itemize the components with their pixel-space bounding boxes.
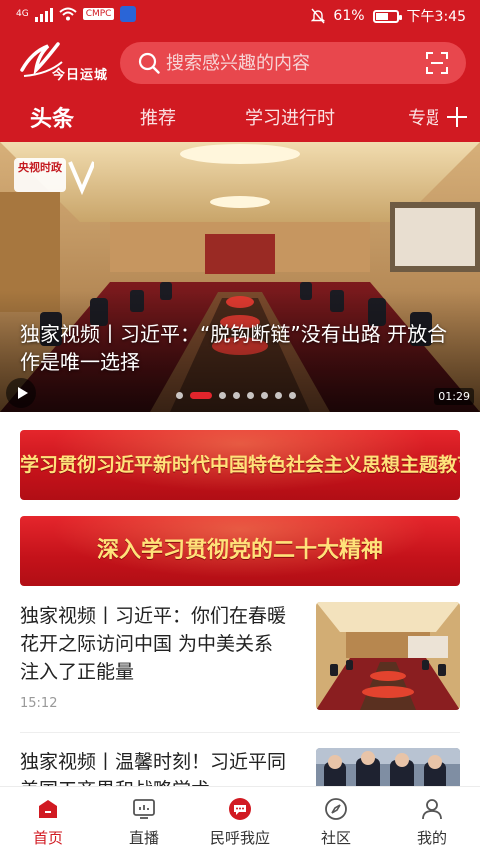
signal-icon xyxy=(34,6,53,22)
battery-icon xyxy=(372,9,402,23)
nav-public-voice-label: 民呼我应 xyxy=(209,829,270,847)
channel-tabs: 头条 推荐 学习进行时 专题 xyxy=(0,96,480,140)
status-bar: 4G CMPC 61% 下午3:45 xyxy=(0,0,480,32)
network-type: 4G xyxy=(16,9,29,19)
news-thumbnail[interactable] xyxy=(316,602,460,710)
mute-bell-icon xyxy=(311,8,326,24)
news-item[interactable]: 独家视频丨温馨时刻！习近平同美国工商界和战略学术 xyxy=(0,748,480,788)
news-title[interactable]: 独家视频丨习近平：你们在春暖花开之际访问中国 为中美关系注入了正能量 xyxy=(20,602,288,686)
search-bar[interactable] xyxy=(120,42,466,84)
battery-percent: 61% xyxy=(333,8,365,24)
plus-icon[interactable] xyxy=(446,106,468,128)
play-icon xyxy=(18,387,28,399)
cctv-badge: 央视时政 xyxy=(14,156,96,196)
nav-live[interactable]: 直播 xyxy=(96,787,192,853)
nav-profile[interactable]: 我的 xyxy=(384,787,480,853)
nav-home[interactable]: 首页 xyxy=(0,787,96,853)
app-screen: 4G CMPC 61% 下午3:45 今日运城 搜索感兴趣的内容 头条 推荐 学… xyxy=(0,0,480,853)
nav-home-label: 首页 xyxy=(32,829,63,847)
status-right: 61% 下午3:45 xyxy=(311,6,466,26)
carousel-dot[interactable] xyxy=(275,392,282,399)
app-logo[interactable]: 今日运城 xyxy=(18,40,110,86)
play-button[interactable] xyxy=(6,378,36,408)
promo-banner-text: 学习贯彻习近平新时代中国特色社会主义思想主题教育 xyxy=(20,454,460,476)
nav-live-label: 直播 xyxy=(128,829,159,847)
tv-icon xyxy=(133,799,155,819)
logo-row: 今日运城 xyxy=(0,38,480,88)
carousel-dot[interactable] xyxy=(176,392,183,399)
news-item[interactable]: 独家视频丨习近平：你们在春暖花开之际访问中国 为中美关系注入了正能量 15:12 xyxy=(0,602,480,722)
carousel-dot[interactable] xyxy=(219,392,226,399)
carousel-dot[interactable] xyxy=(233,392,240,399)
tab-study[interactable]: 学习进行时 xyxy=(245,104,335,130)
tab-special[interactable]: 专题 xyxy=(408,104,438,130)
carousel-dot[interactable] xyxy=(289,392,296,399)
search-input[interactable] xyxy=(166,42,416,84)
logo-text: 今日运城 xyxy=(52,68,109,83)
carousel-dot[interactable] xyxy=(261,392,268,399)
home-icon xyxy=(39,800,57,818)
user-icon xyxy=(422,799,442,820)
news-thumbnail-image xyxy=(316,602,460,710)
search-icon[interactable] xyxy=(138,52,160,74)
compass-icon xyxy=(325,798,347,820)
carousel-dot[interactable] xyxy=(247,392,254,399)
promo-banner-text: 深入学习贯彻党的二十大精神 xyxy=(96,538,383,563)
top-banner[interactable]: 央视时政 独家视频丨习近平：“脱钩断链”没有出路 开放合作是唯一选择 01:29 xyxy=(0,142,480,412)
shield-icon xyxy=(120,6,137,22)
clock: 下午3:45 xyxy=(406,9,466,25)
nav-community-label: 社区 xyxy=(320,829,351,847)
news-title[interactable]: 独家视频丨温馨时刻！习近平同美国工商界和战略学术 xyxy=(20,748,288,788)
bottom-nav: 首页 直播 民呼我应 社区 我的 xyxy=(0,786,480,853)
tab-headline[interactable]: 头条 xyxy=(30,101,74,133)
promo-banner-twentieth-congress[interactable]: 深入学习贯彻党的二十大精神 xyxy=(20,516,460,586)
chat-bubble-icon xyxy=(229,798,251,820)
news-time: 15:12 xyxy=(20,696,58,711)
nav-public-voice[interactable]: 民呼我应 xyxy=(192,787,288,853)
banner-caption[interactable]: 独家视频丨习近平：“脱钩断链”没有出路 开放合作是唯一选择 xyxy=(20,320,460,376)
wifi-icon xyxy=(59,7,77,21)
tab-special-clip: 专题 xyxy=(402,96,438,140)
news-thumbnail-image xyxy=(316,748,460,788)
list-divider xyxy=(20,732,460,733)
scan-icon[interactable] xyxy=(426,52,448,74)
header: 4G CMPC 61% 下午3:45 今日运城 搜索感兴趣的内容 头条 推荐 学… xyxy=(0,0,480,142)
promo-banner-theme-education[interactable]: 学习贯彻习近平新时代中国特色社会主义思想主题教育 xyxy=(20,430,460,500)
tab-recommend[interactable]: 推荐 xyxy=(140,104,176,130)
carousel-indicator xyxy=(176,392,296,399)
status-left: 4G CMPC xyxy=(16,6,137,22)
carousel-dot-active[interactable] xyxy=(190,392,212,399)
news-thumbnail[interactable] xyxy=(316,748,460,788)
nav-profile-label: 我的 xyxy=(416,829,447,847)
cctv-badge-text: 央视时政 xyxy=(18,161,62,174)
app-badge: CMPC xyxy=(82,8,115,20)
video-duration: 01:29 xyxy=(434,388,474,405)
nav-community[interactable]: 社区 xyxy=(288,787,384,853)
